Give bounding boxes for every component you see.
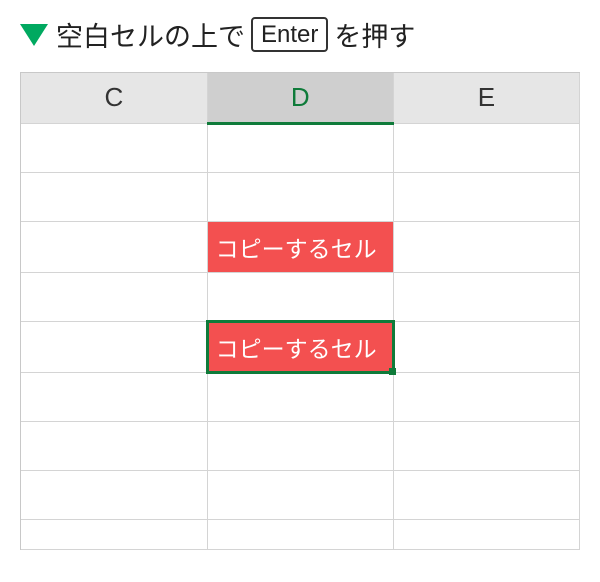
cell[interactable] [393,519,579,549]
column-header-row: C D E [21,73,580,123]
cell[interactable] [207,272,393,321]
cell[interactable] [21,421,207,470]
table-row [21,272,580,321]
table-row [21,123,580,172]
cell[interactable] [393,123,579,172]
cell[interactable] [21,519,207,549]
cell[interactable] [21,372,207,421]
instruction-caption: 空白セルの上で Enter を押す [20,15,580,54]
cell[interactable] [207,519,393,549]
column-header-d[interactable]: D [207,73,393,123]
table-row [21,172,580,221]
cell[interactable] [21,470,207,519]
spreadsheet-grid[interactable]: C D E コピーするセル [20,72,580,550]
cell-content: コピーするセル [208,322,393,372]
cell[interactable] [393,470,579,519]
cell[interactable] [393,221,579,272]
enter-key-label: Enter [251,17,328,52]
column-header-e[interactable]: E [393,73,579,123]
cell[interactable] [393,172,579,221]
cell[interactable] [21,123,207,172]
caption-before: 空白セルの上で [56,15,245,54]
table-row [21,470,580,519]
cell[interactable] [393,321,579,372]
caption-after: を押す [334,15,415,54]
cell[interactable] [393,421,579,470]
cell[interactable] [21,172,207,221]
cell[interactable] [393,272,579,321]
cell-content: コピーするセル [208,222,393,272]
cell[interactable] [393,372,579,421]
table-row: コピーするセル [21,321,580,372]
triangle-down-icon [20,24,48,46]
cell[interactable] [207,123,393,172]
cell[interactable] [207,372,393,421]
cell[interactable] [21,221,207,272]
cell[interactable] [21,272,207,321]
table-row [21,421,580,470]
cell[interactable] [207,470,393,519]
cell-copy-source[interactable]: コピーするセル [207,221,393,272]
table-row [21,519,580,549]
cell[interactable] [207,421,393,470]
table-row [21,372,580,421]
cell-active-selection[interactable]: コピーするセル [207,321,393,372]
column-header-c[interactable]: C [21,73,207,123]
table-row: コピーするセル [21,221,580,272]
cell[interactable] [207,172,393,221]
cell[interactable] [21,321,207,372]
